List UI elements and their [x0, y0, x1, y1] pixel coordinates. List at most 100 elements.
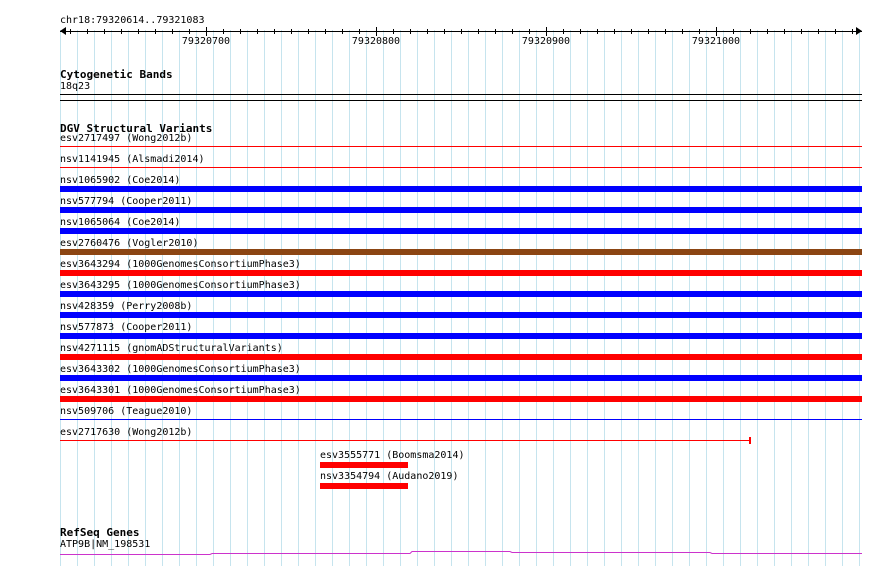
- ruler-tick: [206, 27, 207, 36]
- ruler-tick: [648, 29, 649, 34]
- variant-bar[interactable]: [60, 207, 862, 213]
- ruler-tick: [444, 29, 445, 34]
- variant-bar[interactable]: [60, 419, 862, 420]
- variant-feature-esv3643295[interactable]: esv3643295 (1000GenomesConsortiumPhase3): [60, 280, 862, 301]
- ruler-tick: [138, 29, 139, 34]
- ruler-tick: [563, 29, 564, 34]
- track-title: RefSeq Genes: [60, 526, 140, 539]
- variant-feature-esv2717630[interactable]: esv2717630 (Wong2012b): [60, 427, 862, 448]
- variant-label[interactable]: nsv3354794 (Audano2019): [320, 471, 458, 483]
- variant-bar[interactable]: [60, 354, 862, 360]
- ruler-tick: [308, 29, 309, 34]
- ruler-tick: [580, 29, 581, 34]
- ruler-tick-label: 79320900: [521, 36, 571, 47]
- ruler-tick: [410, 29, 411, 34]
- ruler-tick: [393, 29, 394, 34]
- scroll-right-arrow-icon[interactable]: [856, 27, 862, 35]
- ruler-tick: [495, 29, 496, 34]
- variant-feature-nsv1065064[interactable]: nsv1065064 (Coe2014): [60, 217, 862, 238]
- variant-label[interactable]: esv2717497 (Wong2012b): [60, 133, 192, 145]
- gene-line: [60, 551, 862, 555]
- genome-browser-view[interactable]: chr18:79320614..79321083 79320700 793208…: [0, 0, 890, 566]
- ruler-tick: [461, 29, 462, 34]
- ruler-tick: [801, 29, 802, 34]
- track-title: Cytogenetic Bands: [60, 68, 173, 81]
- ruler-tick: [359, 29, 360, 34]
- variant-feature-nsv4271115[interactable]: nsv4271115 (gnomADStructuralVariants): [60, 343, 862, 364]
- variant-feature-esv2717497[interactable]: esv2717497 (Wong2012b): [60, 133, 862, 154]
- variant-feature-nsv509706[interactable]: nsv509706 (Teague2010): [60, 406, 862, 427]
- ruler-tick: [427, 29, 428, 34]
- variant-feature-nsv3354794[interactable]: nsv3354794 (Audano2019): [320, 469, 470, 490]
- variant-bar[interactable]: [60, 333, 862, 339]
- variant-feature-esv2760476[interactable]: esv2760476 (Vogler2010): [60, 238, 862, 259]
- variant-bar[interactable]: [60, 270, 862, 276]
- variant-feature-esv3555771[interactable]: esv3555771 (Boomsma2014): [320, 448, 470, 469]
- ruler-tick: [376, 27, 377, 36]
- cytoband-label: 18q23: [60, 81, 91, 92]
- variant-end-cap: [749, 437, 751, 444]
- ruler-tick: [546, 27, 547, 36]
- variant-label[interactable]: esv2717630 (Wong2012b): [60, 427, 192, 439]
- track-separator: [60, 100, 862, 101]
- variant-feature-nsv1065902[interactable]: nsv1065902 (Coe2014): [60, 175, 862, 196]
- variant-bar[interactable]: [60, 186, 862, 192]
- ruler-tick: [597, 29, 598, 34]
- location-label: chr18:79320614..79321083: [60, 15, 205, 26]
- variant-feature-nsv577794[interactable]: nsv577794 (Cooper2011): [60, 196, 862, 217]
- ruler-tick: [121, 29, 122, 34]
- variant-bar[interactable]: [320, 483, 408, 489]
- ruler-tick: [716, 27, 717, 36]
- cytoband-line: [60, 94, 862, 95]
- ruler-tick: [529, 29, 530, 34]
- variant-bar[interactable]: [60, 375, 862, 381]
- variant-label[interactable]: nsv1141945 (Alsmadi2014): [60, 154, 205, 166]
- variant-feature-esv3643302[interactable]: esv3643302 (1000GenomesConsortiumPhase3): [60, 364, 862, 385]
- ruler-tick: [342, 29, 343, 34]
- variant-label[interactable]: nsv509706 (Teague2010): [60, 406, 192, 418]
- ruler-tick: [223, 29, 224, 34]
- ruler-tick: [631, 29, 632, 34]
- variant-bar[interactable]: [60, 228, 862, 234]
- scroll-left-arrow-icon[interactable]: [60, 27, 66, 35]
- ruler-tick: [818, 29, 819, 34]
- variant-feature-nsv1141945[interactable]: nsv1141945 (Alsmadi2014): [60, 154, 862, 175]
- ruler-tick: [733, 29, 734, 34]
- ruler-tick-label: 79320800: [351, 36, 401, 47]
- ruler-tick: [665, 29, 666, 34]
- ruler-tick: [274, 29, 275, 34]
- gene-model[interactable]: [60, 548, 862, 558]
- variant-bar[interactable]: [320, 462, 408, 468]
- variant-bar[interactable]: [60, 437, 751, 444]
- ruler-tick: [784, 29, 785, 34]
- ruler-tick: [682, 29, 683, 34]
- ruler-tick: [155, 29, 156, 34]
- variant-feature-esv3643294[interactable]: esv3643294 (1000GenomesConsortiumPhase3): [60, 259, 862, 280]
- ruler-tick: [767, 29, 768, 34]
- ruler-tick-label: 79320700: [181, 36, 231, 47]
- ruler-tick: [240, 29, 241, 34]
- variant-bar[interactable]: [60, 249, 862, 255]
- ruler-tick: [172, 29, 173, 34]
- variant-bar[interactable]: [60, 396, 862, 402]
- ruler-tick: [325, 29, 326, 34]
- variant-bar[interactable]: [60, 146, 862, 147]
- ruler-tick: [699, 29, 700, 34]
- variant-bar[interactable]: [60, 167, 862, 168]
- variant-bar[interactable]: [60, 291, 862, 297]
- variant-feature-esv3643301[interactable]: esv3643301 (1000GenomesConsortiumPhase3): [60, 385, 862, 406]
- ruler-tick: [512, 29, 513, 34]
- ruler-tick: [104, 29, 105, 34]
- ruler-tick: [291, 29, 292, 34]
- variant-feature-nsv577873[interactable]: nsv577873 (Cooper2011): [60, 322, 862, 343]
- ruler-tick: [614, 29, 615, 34]
- ruler-tick: [189, 29, 190, 34]
- ruler-tick: [70, 29, 71, 34]
- variant-feature-nsv428359[interactable]: nsv428359 (Perry2008b): [60, 301, 862, 322]
- ruler-tick: [478, 29, 479, 34]
- ruler-tick-label: 79321000: [691, 36, 741, 47]
- variant-bar[interactable]: [60, 312, 862, 318]
- ruler-tick: [835, 29, 836, 34]
- variant-label[interactable]: esv3555771 (Boomsma2014): [320, 450, 465, 462]
- ruler-tick: [257, 29, 258, 34]
